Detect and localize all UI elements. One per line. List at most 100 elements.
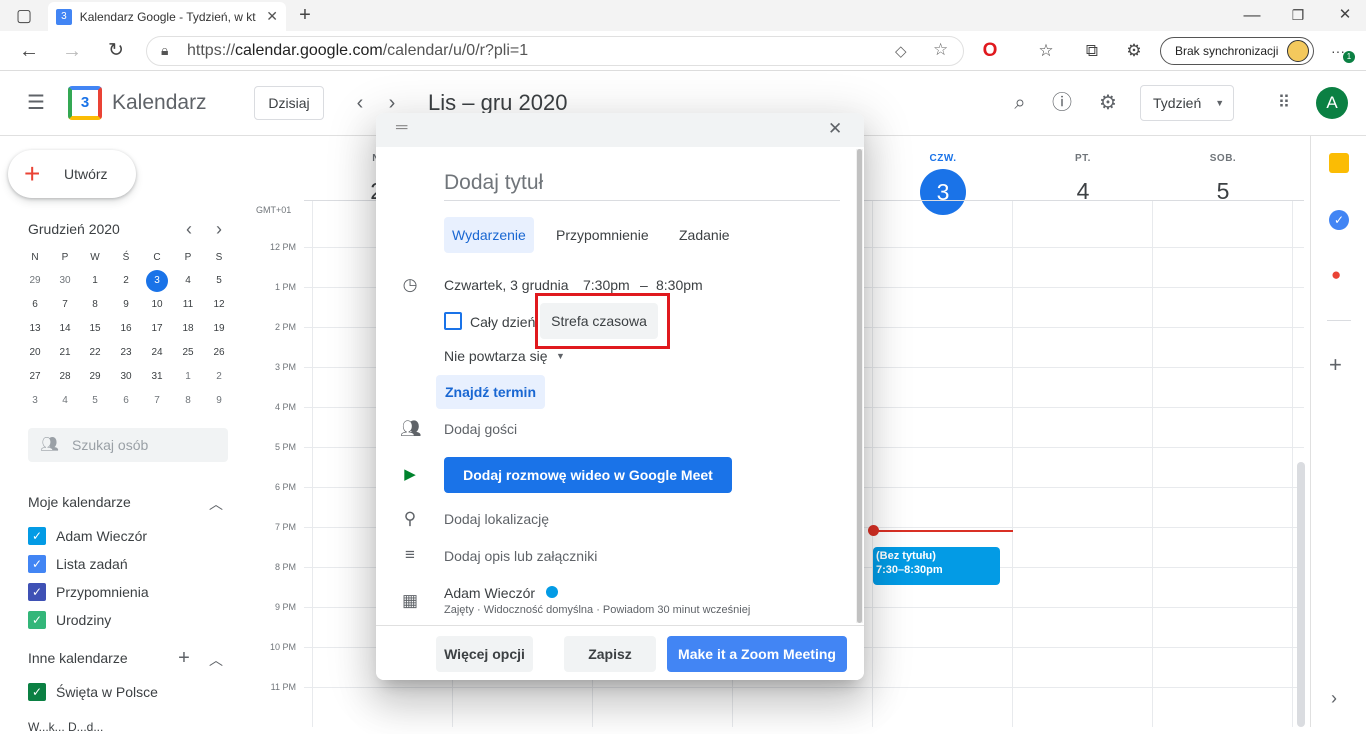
mini-day[interactable]: 31 [146, 371, 168, 382]
create-button[interactable]: + Utwórz [8, 150, 136, 198]
tab-actions-icon[interactable]: ▢ [14, 6, 34, 26]
mini-day[interactable]: 2 [208, 371, 230, 382]
checkbox-checked-icon[interactable]: ✓ [28, 611, 46, 629]
title-input[interactable]: Dodaj tytuł [444, 171, 840, 201]
search-people-input[interactable]: 👥︎ Szukaj osób [28, 428, 228, 462]
mini-day[interactable]: 7 [54, 299, 76, 310]
reload-icon[interactable]: ↻ [104, 41, 128, 61]
end-time[interactable]: 8:30pm [656, 277, 703, 293]
mini-day[interactable]: 14 [54, 323, 76, 334]
minimize-icon[interactable]: — [1240, 5, 1264, 25]
add-calendar-icon[interactable]: + [174, 646, 194, 670]
mini-day[interactable]: 22 [84, 347, 106, 358]
mini-day[interactable]: 10 [146, 299, 168, 310]
add-description[interactable]: Dodaj opis lub załączniki [444, 548, 597, 564]
more-options-button[interactable]: Więcej opcji [436, 636, 533, 672]
collapse-my-calendars-icon[interactable]: ︿ [206, 492, 226, 516]
apps-grid-icon[interactable]: ⠿ [1272, 91, 1296, 115]
mini-day[interactable]: 24 [146, 347, 168, 358]
dialog-scrollbar[interactable] [857, 149, 862, 623]
calendar-owner[interactable]: Adam Wieczór [444, 585, 535, 601]
mini-day[interactable]: 8 [177, 395, 199, 406]
calendar-item[interactable]: ✓ Urodziny [28, 610, 111, 630]
add-favorite-icon[interactable]: ☆ [933, 40, 948, 60]
add-addon-icon[interactable]: + [1329, 352, 1342, 378]
settings-gear-icon[interactable]: ⚙ [1096, 91, 1120, 115]
mini-day[interactable]: 28 [54, 371, 76, 382]
collections-icon[interactable]: ⧉ [1080, 41, 1104, 61]
repeat-dropdown[interactable]: Nie powtarza się [444, 348, 548, 364]
sync-button[interactable]: Brak synchronizacji [1160, 37, 1314, 65]
restore-icon[interactable]: ❐ [1286, 5, 1310, 25]
browser-tab[interactable]: 3 Kalendarz Google - Tydzień, w kt ✕ [48, 2, 286, 31]
mini-day[interactable]: 7 [146, 395, 168, 406]
tab-task[interactable]: Zadanie [671, 217, 738, 253]
mini-day[interactable]: 17 [146, 323, 168, 334]
all-day-checkbox[interactable] [444, 312, 462, 330]
back-icon[interactable]: ← [17, 41, 41, 61]
mini-day[interactable]: 2 [115, 275, 137, 286]
new-tab-icon[interactable]: + [294, 5, 316, 25]
main-menu-icon[interactable]: ☰ [24, 91, 48, 115]
calendar-item[interactable]: ✓ Święta w Polsce [28, 682, 158, 702]
expand-panel-icon[interactable]: › [1331, 688, 1337, 709]
mini-day[interactable]: 9 [208, 395, 230, 406]
mini-day[interactable]: 16 [115, 323, 137, 334]
mini-day[interactable]: 9 [115, 299, 137, 310]
mini-day[interactable]: 27 [24, 371, 46, 382]
calendar-event[interactable]: (Bez tytułu) 7:30–8:30pm [873, 547, 1000, 585]
search-icon[interactable]: ⌕ [1008, 91, 1032, 115]
calendar-item[interactable]: ✓ Adam Wieczór [28, 526, 147, 546]
other-calendars-title[interactable]: Inne kalendarze [28, 650, 128, 666]
find-time-button[interactable]: Znajdź termin [436, 375, 545, 409]
mini-day[interactable]: 5 [84, 395, 106, 406]
mini-day[interactable]: 15 [84, 323, 106, 334]
mini-day[interactable]: 26 [208, 347, 230, 358]
tasks-icon[interactable]: ✓ [1329, 210, 1349, 230]
mini-day[interactable]: 12 [208, 299, 230, 310]
my-calendars-title[interactable]: Moje kalendarze [28, 494, 131, 510]
mini-prev-icon[interactable]: ‹ [178, 217, 200, 241]
add-guests[interactable]: Dodaj gości [444, 421, 517, 437]
save-button[interactable]: Zapisz [564, 636, 656, 672]
mini-next-icon[interactable]: › [208, 217, 230, 241]
checkbox-checked-icon[interactable]: ✓ [28, 555, 46, 573]
account-avatar[interactable]: A [1316, 87, 1348, 119]
mini-day[interactable]: 5 [208, 275, 230, 286]
mini-day[interactable]: 25 [177, 347, 199, 358]
mini-day[interactable]: 1 [84, 275, 106, 286]
next-week-icon[interactable]: › [380, 91, 404, 115]
zoom-meeting-button[interactable]: Make it a Zoom Meeting [667, 636, 847, 672]
mini-day[interactable]: 29 [84, 371, 106, 382]
mini-day[interactable]: 1 [177, 371, 199, 382]
address-bar[interactable]: 🔒︎ https://calendar.google.com/calendar/… [146, 36, 964, 66]
calendar-item[interactable]: ✓ Lista zadań [28, 554, 128, 574]
favorites-icon[interactable]: ☆ [1034, 41, 1058, 61]
mini-day[interactable]: 23 [115, 347, 137, 358]
checkbox-checked-icon[interactable]: ✓ [28, 683, 46, 701]
mini-day[interactable]: 8 [84, 299, 106, 310]
checkbox-checked-icon[interactable]: ✓ [28, 583, 46, 601]
keep-icon[interactable] [1329, 153, 1349, 173]
forward-icon[interactable]: → [60, 41, 84, 61]
mini-day[interactable]: 18 [177, 323, 199, 334]
mini-day[interactable]: 30 [115, 371, 137, 382]
mini-day[interactable]: 19 [208, 323, 230, 334]
close-dialog-icon[interactable]: ✕ [828, 119, 842, 139]
mini-day[interactable]: 21 [54, 347, 76, 358]
close-tab-icon[interactable]: ✕ [266, 8, 278, 25]
event-date[interactable]: Czwartek, 3 grudnia [444, 277, 569, 293]
opera-icon[interactable]: O [978, 41, 1002, 61]
dialog-drag-bar[interactable]: ═ ✕ [376, 113, 864, 147]
window-close-icon[interactable]: ✕ [1333, 5, 1357, 25]
mini-day[interactable]: 20 [24, 347, 46, 358]
mini-day[interactable]: 6 [24, 299, 46, 310]
maps-icon[interactable]: ● [1331, 265, 1341, 285]
today-button[interactable]: Dzisiaj [254, 86, 324, 120]
help-icon[interactable]: ⓘ [1050, 91, 1074, 115]
extensions-icon[interactable]: ⚙ [1122, 41, 1146, 61]
day-number-today[interactable]: 3 [920, 169, 966, 215]
start-time[interactable]: 7:30pm [583, 277, 630, 293]
mini-day[interactable]: 30 [54, 275, 76, 286]
view-selector[interactable]: Tydzień ▼ [1140, 85, 1234, 121]
